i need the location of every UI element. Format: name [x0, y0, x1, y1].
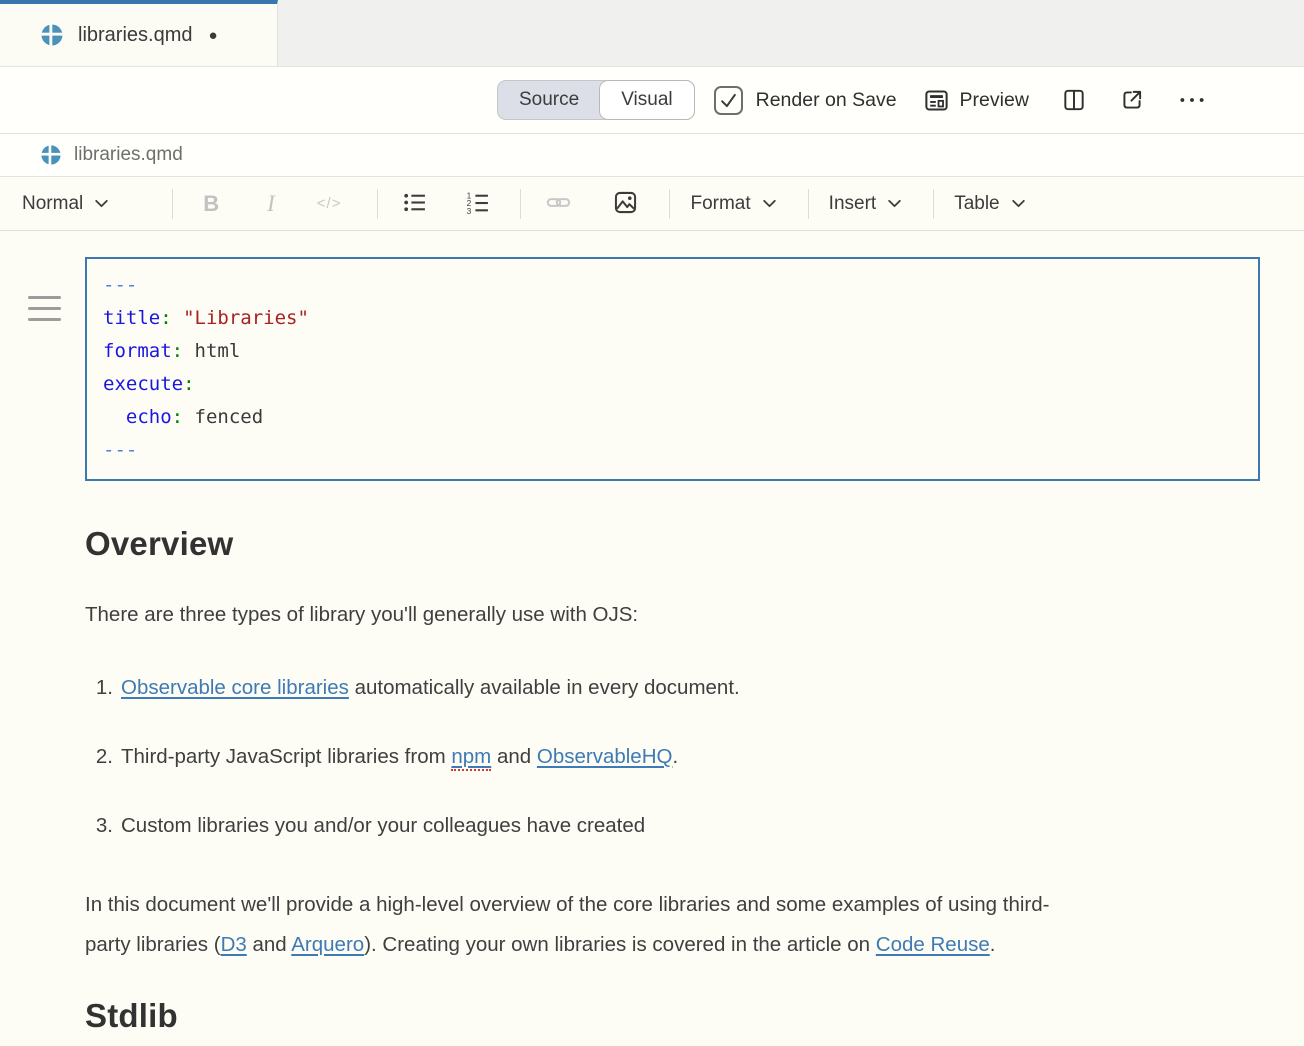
visual-editor-window: libraries.qmd ● Source Visual Render on …	[0, 0, 1304, 1046]
chevron-down-icon	[1010, 195, 1027, 212]
editor-area[interactable]: ---title: "Libraries"format: htmlexecute…	[0, 257, 1304, 1035]
yaml-line: ---	[103, 269, 1242, 302]
format-toolbar: Normal B I </> 1 2 3	[0, 177, 1304, 231]
format-menu[interactable]: Format	[690, 193, 777, 215]
paragraph-style-dropdown[interactable]: Normal	[22, 193, 110, 215]
tab-bar: libraries.qmd ●	[0, 0, 1304, 67]
intro-paragraph: There are three types of library you'll …	[85, 595, 1260, 635]
editor-toolbar: Source Visual Render on Save Preview	[0, 67, 1304, 134]
render-on-save-checkbox[interactable]	[714, 86, 743, 115]
toolbar-divider	[520, 189, 521, 219]
toolbar-divider	[172, 189, 173, 219]
link-npm[interactable]: npm	[451, 745, 491, 768]
list-item: 3. Custom libraries you and/or your coll…	[85, 813, 1260, 839]
image-icon	[612, 189, 639, 216]
more-options-button[interactable]	[1177, 87, 1207, 113]
link-button[interactable]	[545, 189, 572, 219]
list-number: 1.	[85, 675, 113, 701]
link-observable-core-libraries[interactable]: Observable core libraries	[121, 676, 349, 699]
modified-dot-icon: ●	[208, 28, 217, 43]
list-item-text: Custom libraries you and/or your colleag…	[121, 813, 645, 839]
bold-button[interactable]: B	[203, 191, 219, 217]
quarto-icon	[40, 144, 62, 166]
yaml-line: format: html	[103, 335, 1242, 368]
list-number: 2.	[85, 744, 113, 770]
split-pane-icon	[1061, 87, 1087, 113]
image-button[interactable]	[612, 189, 639, 219]
list-item: 1. Observable core libraries automatical…	[85, 675, 1260, 701]
yaml-line: echo: fenced	[103, 401, 1242, 434]
breadcrumb-file[interactable]: libraries.qmd	[74, 144, 183, 166]
ellipsis-icon	[1177, 87, 1207, 113]
preview-label: Preview	[960, 89, 1029, 112]
link-arquero[interactable]: Arquero	[291, 933, 364, 956]
toolbar-divider	[933, 189, 934, 219]
yaml-line: title: "Libraries"	[103, 302, 1242, 335]
toolbar-divider	[377, 189, 378, 219]
link-code-reuse[interactable]: Code Reuse	[876, 933, 990, 956]
breadcrumb: libraries.qmd	[0, 134, 1304, 177]
link-observablehq[interactable]: ObservableHQ	[537, 745, 673, 768]
link-icon	[545, 189, 572, 216]
spellcheck-underline: npm	[451, 745, 491, 771]
preview-button[interactable]: Preview	[923, 87, 1029, 114]
svg-text:3: 3	[467, 205, 472, 214]
bullet-list-button[interactable]	[402, 190, 427, 218]
chevron-down-icon	[93, 195, 110, 212]
source-mode-button[interactable]: Source	[498, 81, 600, 119]
open-external-button[interactable]	[1119, 87, 1145, 113]
quarto-icon	[40, 23, 64, 47]
render-on-save-label: Render on Save	[756, 89, 897, 112]
list-item-text: Third-party JavaScript libraries from np…	[121, 744, 678, 770]
italic-button[interactable]: I	[267, 191, 275, 217]
chevron-down-icon	[886, 195, 903, 212]
numbered-list-button[interactable]: 1 2 3	[465, 190, 490, 218]
toolbar-divider	[808, 189, 809, 219]
tab-libraries-qmd[interactable]: libraries.qmd ●	[0, 0, 278, 66]
chevron-down-icon	[761, 195, 778, 212]
yaml-line: execute:	[103, 368, 1242, 401]
inline-code-button[interactable]: </>	[317, 195, 342, 212]
block-drag-handle[interactable]	[28, 296, 61, 329]
list-item: 2. Third-party JavaScript libraries from…	[85, 744, 1260, 770]
toolbar-divider	[669, 189, 670, 219]
ordered-list: 1. Observable core libraries automatical…	[85, 675, 1260, 839]
tab-title: libraries.qmd	[78, 24, 192, 47]
tab-bar-empty-area	[278, 0, 1304, 66]
preview-icon	[923, 87, 950, 114]
table-menu[interactable]: Table	[954, 193, 1026, 215]
numbered-list-icon: 1 2 3	[465, 190, 490, 215]
open-external-icon	[1119, 87, 1145, 113]
closing-paragraph: In this document we'll provide a high-le…	[85, 885, 1095, 965]
link-d3[interactable]: D3	[221, 933, 247, 956]
mode-toggle: Source Visual	[497, 80, 695, 120]
list-item-text: Observable core libraries automatically …	[121, 675, 740, 701]
yaml-front-matter-block[interactable]: ---title: "Libraries"format: htmlexecute…	[85, 257, 1260, 481]
split-pane-button[interactable]	[1061, 87, 1087, 113]
visual-mode-button[interactable]: Visual	[599, 80, 694, 120]
list-number: 3.	[85, 813, 113, 839]
heading-overview: Overview	[85, 525, 1260, 563]
yaml-line: ---	[103, 434, 1242, 467]
insert-menu[interactable]: Insert	[829, 193, 904, 215]
paragraph-style-value: Normal	[22, 193, 83, 215]
checkmark-icon	[719, 91, 738, 110]
heading-stdlib: Stdlib	[85, 997, 1260, 1035]
bullet-list-icon	[402, 190, 427, 215]
